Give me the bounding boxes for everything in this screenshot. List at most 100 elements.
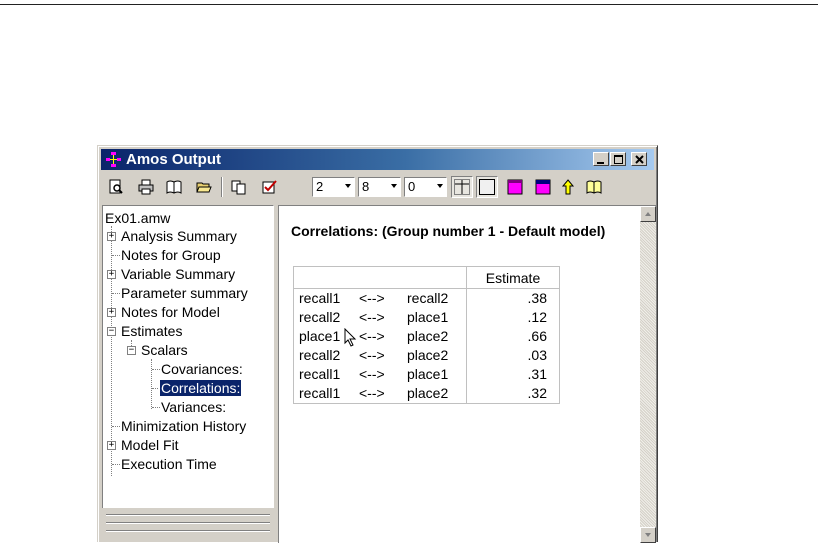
operator: <-->: [359, 290, 385, 306]
help-book-icon: [586, 180, 602, 194]
tree-connector: [152, 407, 160, 408]
open-book-button[interactable]: [163, 176, 185, 198]
table-grid-icon: [454, 179, 470, 195]
tree-item-scalars[interactable]: Scalars: [141, 342, 188, 358]
tree-connector: [151, 359, 152, 409]
operator: <-->: [359, 385, 385, 401]
tree-item-execution-time[interactable]: Execution Time: [121, 456, 217, 472]
tree-item-estimates[interactable]: Estimates: [121, 323, 182, 339]
estimate-cell: .31: [466, 365, 560, 384]
collapse-icon[interactable]: −: [107, 327, 116, 336]
collapse-icon[interactable]: −: [127, 346, 136, 355]
table-color-magenta-icon: [507, 179, 523, 195]
print-preview-icon: [109, 179, 123, 194]
print-button[interactable]: [135, 176, 157, 198]
table-row: recall1 <--> place1 .31: [293, 365, 560, 384]
minimize-icon: [597, 162, 604, 164]
table-row: recall2 <--> place2 .03: [293, 346, 560, 365]
title-bar[interactable]: Amos Output: [101, 149, 654, 170]
tree-root[interactable]: Ex01.amw: [105, 210, 170, 226]
amos-output-window: Amos Output 2 8 0 Ex01.amw + Analysis Su…: [97, 145, 658, 543]
tree-connector: [112, 255, 120, 256]
column-width-combo[interactable]: 8: [358, 177, 401, 197]
decimals-combo[interactable]: 2: [312, 177, 355, 197]
checkmark-options-icon: [262, 180, 277, 194]
open-folder-button[interactable]: [193, 176, 215, 198]
chevron-down-icon: [391, 184, 397, 188]
close-button[interactable]: [631, 152, 647, 166]
tree-item-parameter-summary[interactable]: Parameter summary: [121, 285, 248, 301]
tree-item-notes-for-group[interactable]: Notes for Group: [121, 247, 221, 263]
expand-icon[interactable]: +: [107, 308, 116, 317]
variable-1: recall1: [299, 290, 341, 306]
splitter-handles[interactable]: [102, 508, 274, 538]
splitter-handle[interactable]: [106, 522, 270, 524]
toolbar-separator: [221, 177, 223, 197]
tree-item-notes-for-model[interactable]: Notes for Model: [121, 304, 220, 320]
relationship-cell: recall1 <--> recall2: [293, 288, 467, 308]
tree-connector: [112, 293, 120, 294]
tree-connector: [112, 426, 120, 427]
table-grid-button[interactable]: [451, 176, 473, 198]
variable-2: place1: [407, 366, 449, 382]
tree-item-model-fit[interactable]: Model Fit: [121, 437, 179, 453]
splitter-handle[interactable]: [106, 514, 270, 516]
variable-2: place1: [407, 309, 449, 325]
tree-item-covariances[interactable]: Covariances:: [161, 361, 243, 377]
relationship-cell: recall2 <--> place2: [293, 346, 467, 365]
decimals-combo-value: 2: [316, 179, 324, 194]
tree-item-analysis-summary[interactable]: Analysis Summary: [121, 228, 237, 244]
table-columns-combo-value: 0: [408, 179, 416, 194]
amos-path-diagram-icon: [105, 151, 122, 168]
expand-icon[interactable]: +: [107, 441, 116, 450]
open-book-icon: [166, 180, 182, 194]
minimize-button[interactable]: [593, 152, 609, 166]
output-content-pane: Correlations: (Group number 1 - Default …: [278, 205, 656, 543]
tree-connector: [111, 226, 112, 476]
copy-icon: [231, 180, 246, 195]
mouse-cursor-icon: [344, 328, 357, 347]
help-button[interactable]: [583, 176, 605, 198]
operator: <-->: [359, 347, 385, 363]
maximize-button[interactable]: [610, 152, 626, 166]
print-preview-button[interactable]: [105, 176, 127, 198]
table-color-purple-button[interactable]: [532, 176, 554, 198]
variable-2: recall2: [407, 290, 449, 306]
table-header-blank: [293, 266, 467, 289]
column-width-combo-value: 8: [362, 179, 370, 194]
page-title: Correlations: (Group number 1 - Default …: [291, 223, 606, 239]
splitter-handle[interactable]: [106, 530, 270, 532]
chevron-down-icon: [437, 184, 443, 188]
variable-1: recall2: [299, 347, 341, 363]
variable-2: place2: [407, 328, 449, 344]
tree-item-variable-summary[interactable]: Variable Summary: [121, 266, 235, 282]
estimate-cell: .32: [466, 384, 560, 404]
options-button[interactable]: [259, 176, 281, 198]
relationship-cell: recall1 <--> place2: [293, 384, 467, 404]
variable-1: recall2: [299, 309, 341, 325]
table-color-purple-icon: [535, 179, 551, 195]
estimate-cell: .03: [466, 346, 560, 365]
variable-1: recall1: [299, 385, 341, 401]
up-arrow-icon: [561, 179, 575, 195]
table-columns-combo[interactable]: 0: [404, 177, 447, 197]
close-icon: [635, 155, 644, 164]
table-color-magenta-button[interactable]: [504, 176, 526, 198]
variable-2: place2: [407, 385, 449, 401]
tree-item-minimization-history[interactable]: Minimization History: [121, 418, 246, 434]
navigation-tree: Ex01.amw + Analysis Summary Notes for Gr…: [102, 205, 274, 538]
up-button[interactable]: [557, 176, 579, 198]
copy-button[interactable]: [228, 176, 250, 198]
table-frame-button[interactable]: [476, 176, 498, 198]
table-frame-icon: [479, 179, 495, 195]
tree-item-correlations[interactable]: Correlations:: [158, 379, 243, 397]
tree-connector: [152, 369, 160, 370]
expand-icon[interactable]: +: [107, 270, 116, 279]
vertical-scrollbar[interactable]: [640, 206, 656, 543]
toolbar: 2 8 0: [101, 173, 654, 201]
tree-item-variances[interactable]: Variances:: [161, 399, 226, 415]
scroll-down-button[interactable]: [640, 527, 656, 543]
expand-icon[interactable]: +: [107, 232, 116, 241]
relationship-cell: place1 <--> place2: [293, 327, 467, 346]
scroll-up-button[interactable]: [640, 206, 656, 222]
